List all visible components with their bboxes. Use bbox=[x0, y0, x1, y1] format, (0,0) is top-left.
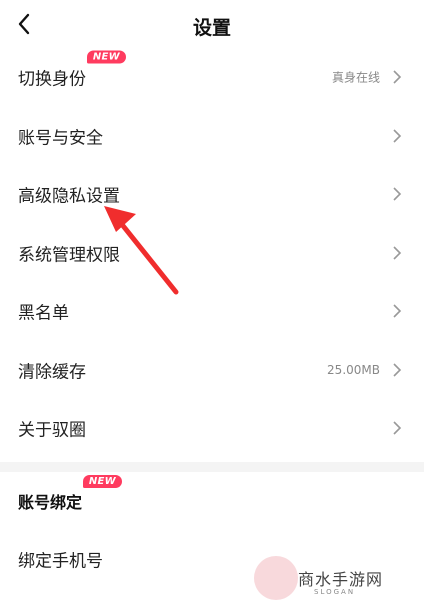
advanced-privacy-label: 高级隐私设置 bbox=[18, 186, 120, 207]
chevron-right-icon bbox=[393, 187, 402, 201]
clear-cache-label: 清除缓存 bbox=[18, 362, 86, 383]
chevron-right-icon bbox=[393, 304, 402, 318]
settings-list: 切换身份 NEW 真身在线 账号与安全 高级隐私设置 系统管理权限 黑名单 清除… bbox=[0, 48, 424, 458]
blacklist-item[interactable]: 黑名单 bbox=[0, 282, 424, 341]
about-label: 关于驭圈 bbox=[18, 420, 86, 441]
switch-identity-item[interactable]: 切换身份 NEW 真身在线 bbox=[0, 48, 424, 107]
account-binding-title: 账号绑定 bbox=[18, 492, 83, 512]
system-permissions-label: 系统管理权限 bbox=[18, 245, 120, 266]
advanced-privacy-item[interactable]: 高级隐私设置 bbox=[0, 165, 424, 224]
section-divider bbox=[0, 461, 424, 472]
about-item[interactable]: 关于驭圈 bbox=[0, 399, 424, 458]
new-badge: NEW bbox=[82, 474, 123, 488]
account-security-label: 账号与安全 bbox=[18, 128, 103, 149]
watermark-logo-icon bbox=[254, 556, 298, 600]
chevron-right-icon bbox=[393, 246, 402, 260]
watermark-sub: SLOGAN bbox=[314, 588, 356, 596]
new-badge: NEW bbox=[86, 50, 126, 64]
chevron-right-icon bbox=[393, 70, 402, 84]
watermark: 商水手游网 SLOGAN bbox=[254, 556, 414, 602]
cache-size: 25.00MB bbox=[327, 362, 380, 377]
watermark-text: 商水手游网 bbox=[298, 570, 384, 589]
switch-identity-label: 切换身份 bbox=[18, 69, 86, 90]
chevron-right-icon bbox=[393, 129, 402, 143]
blacklist-label: 黑名单 bbox=[18, 303, 69, 324]
page-title: 设置 bbox=[192, 17, 231, 39]
account-security-item[interactable]: 账号与安全 bbox=[0, 107, 424, 166]
identity-status: 真身在线 bbox=[331, 70, 380, 85]
chevron-right-icon bbox=[393, 421, 402, 435]
system-permissions-item[interactable]: 系统管理权限 bbox=[0, 224, 424, 283]
top-bar: 设置 bbox=[0, 0, 424, 48]
bind-phone-label: 绑定手机号 bbox=[18, 551, 103, 572]
account-binding-section-header: 账号绑定 NEW bbox=[0, 472, 424, 530]
chevron-right-icon bbox=[393, 363, 402, 377]
clear-cache-item[interactable]: 清除缓存 25.00MB bbox=[0, 341, 424, 400]
